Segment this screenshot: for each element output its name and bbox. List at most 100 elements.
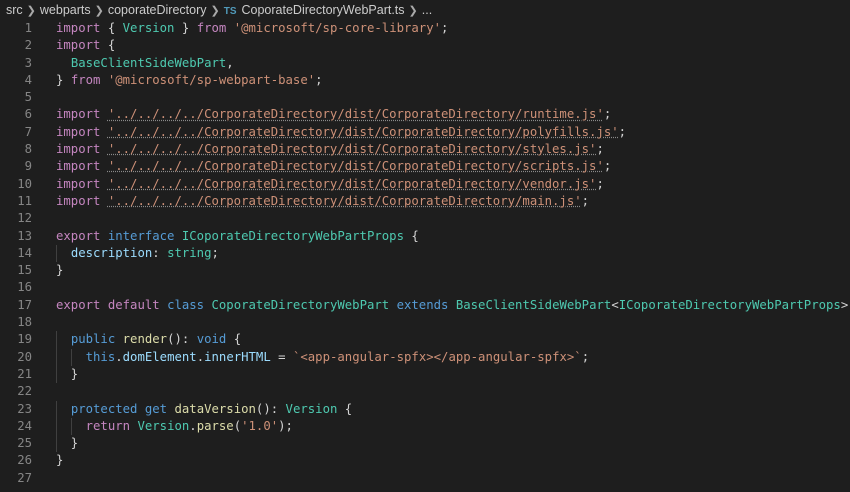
code-token: .: [196, 349, 205, 364]
code-token: ;: [581, 349, 590, 364]
line-code: } from '@microsoft/sp-webpart-base';: [56, 73, 323, 87]
breadcrumb-item-symbol[interactable]: ...: [422, 3, 432, 17]
code-token: }: [56, 263, 64, 278]
code-token: :: [152, 245, 168, 260]
line-number: 21: [17, 366, 32, 381]
code-line[interactable]: 19 public render(): void {: [0, 331, 850, 349]
code-line[interactable]: 7 import '../../../../CorporateDirectory/…: [0, 124, 850, 141]
indent-guide: [56, 365, 57, 384]
line-number: 19: [17, 332, 32, 347]
code-token: '@microsoft/sp-core-library': [233, 21, 442, 35]
code-token: CoporateDirectoryWebPart: [211, 297, 390, 312]
code-token: import: [56, 107, 101, 122]
breadcrumb-item-src[interactable]: src: [6, 3, 23, 17]
line-code: description: string;: [56, 246, 219, 260]
code-token: ;: [441, 21, 449, 35]
code-token: ;: [596, 176, 604, 191]
code-token: import: [56, 142, 101, 157]
code-line[interactable]: 23 protected get dataVersion(): Version …: [0, 400, 850, 418]
breadcrumb-item-coporatedirectory[interactable]: coporateDirectory: [108, 3, 207, 17]
code-line[interactable]: 4} from '@microsoft/sp-webpart-base';: [0, 72, 850, 89]
code-token: }: [56, 366, 79, 381]
chevron-right-icon: ❯: [94, 5, 104, 17]
code-token: from: [196, 21, 227, 35]
code-line[interactable]: 26}: [0, 452, 850, 469]
line-code: export interface ICoporateDirectoryWebPa…: [56, 229, 419, 243]
line-number: 27: [17, 470, 32, 485]
code-line[interactable]: 6 import '../../../../CorporateDirectory/…: [0, 106, 850, 123]
code-token: interface: [107, 228, 175, 243]
indent-guide: [56, 417, 57, 436]
code-line[interactable]: 27: [0, 470, 850, 487]
line-number: 3: [24, 55, 32, 70]
indent-guide: [70, 417, 72, 436]
code-token: BaseClientSideWebPart: [70, 55, 227, 70]
typescript-file-icon: TS: [223, 6, 237, 17]
chevron-right-icon: ❯: [408, 5, 418, 17]
code-token: '1.0': [241, 418, 279, 433]
code-line[interactable]: 21 }: [0, 365, 850, 384]
code-line[interactable]: 17 export default class CoporateDirectory…: [0, 297, 850, 314]
code-token: protected: [70, 401, 138, 416]
code-line[interactable]: 11 import '../../../../CorporateDirectory…: [0, 193, 850, 210]
code-line[interactable]: 22: [0, 383, 850, 400]
code-line[interactable]: 9 import '../../../../CorporateDirectory/…: [0, 158, 850, 175]
line-code: }: [56, 367, 78, 381]
code-token: '../../../../CorporateDirectory/dist/Cor…: [107, 193, 582, 208]
code-token: ICoporateDirectoryWebPartProps: [618, 297, 841, 312]
breadcrumb: src ❯ webparts ❯ coporateDirectory ❯ TS Coporat…: [0, 0, 850, 20]
code-token: {: [100, 21, 123, 35]
line-code: }: [56, 453, 63, 467]
code-token: import: [56, 38, 101, 53]
code-token: ICoporateDirectoryWebPartProps: [181, 228, 404, 243]
line-number: 1: [24, 21, 32, 35]
code-line[interactable]: 24 return Version.parse('1.0');: [0, 417, 850, 436]
code-line[interactable]: 12: [0, 210, 850, 227]
line-code: import { Version } from '@microsoft/sp-c…: [56, 21, 448, 35]
code-line[interactable]: 1 import { Version } from '@microsoft/sp-…: [0, 20, 850, 37]
code-line[interactable]: 5: [0, 89, 850, 106]
code-line[interactable]: 14 description: string;: [0, 244, 850, 263]
line-code: import '../../../../CorporateDirectory/d…: [56, 142, 604, 156]
code-token: ;: [618, 124, 627, 139]
line-code: }: [56, 436, 78, 450]
breadcrumb-item-file[interactable]: CoporateDirectoryWebPart.ts: [242, 3, 405, 17]
code-line[interactable]: 3 BaseClientSideWebPart,: [0, 55, 850, 72]
line-number: 5: [24, 90, 32, 105]
code-line[interactable]: 25 }: [0, 435, 850, 453]
code-line[interactable]: 20 this.domElement.innerHTML = `<app-ang…: [0, 348, 850, 366]
code-token: ;: [211, 245, 219, 260]
code-token: `<app-angular-spfx></app-angular-spfx>`: [292, 349, 582, 364]
code-line[interactable]: 10 import '../../../../CorporateDirectory…: [0, 176, 850, 193]
code-line[interactable]: 2 import {: [0, 37, 850, 54]
code-line[interactable]: 18: [0, 314, 850, 331]
code-line[interactable]: 16: [0, 279, 850, 296]
code-line[interactable]: 15}: [0, 262, 850, 279]
code-token: Version: [285, 401, 338, 416]
code-token: Version: [137, 418, 190, 433]
code-token: {: [337, 401, 353, 416]
code-token: ;: [581, 193, 590, 208]
code-token: public: [70, 332, 116, 347]
line-number: 25: [17, 436, 32, 451]
line-number: 2: [24, 38, 32, 53]
code-token: }: [56, 72, 71, 87]
code-line[interactable]: 13 export interface ICoporateDirectoryWeb…: [0, 228, 850, 245]
line-code: }: [56, 263, 63, 277]
code-token: <: [611, 297, 619, 312]
code-editor[interactable]: 1 import { Version } from '@microsoft/sp-…: [0, 20, 850, 487]
line-number: 23: [17, 401, 32, 416]
code-line[interactable]: 8 import '../../../../CorporateDirectory/…: [0, 141, 850, 158]
breadcrumb-item-webparts[interactable]: webparts: [40, 3, 91, 17]
code-token: ;: [603, 107, 612, 122]
code-token: .: [115, 349, 123, 364]
line-number: 22: [17, 384, 32, 399]
